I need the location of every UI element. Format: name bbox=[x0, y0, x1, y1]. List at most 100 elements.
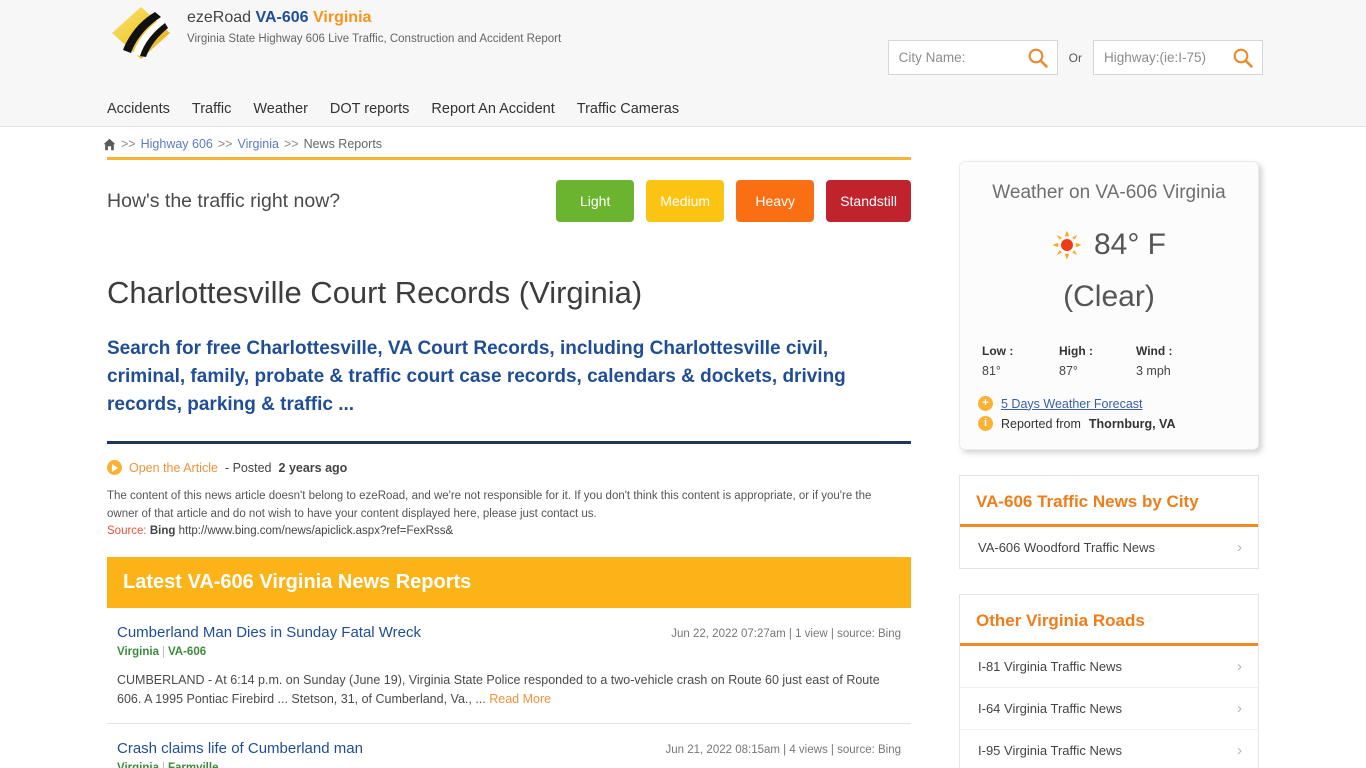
page-title: Charlottesville Court Records (Virginia) bbox=[107, 275, 643, 310]
news-tag-road[interactable]: Farmville bbox=[168, 762, 219, 768]
sidebar: Weather on VA-606 Virginia 84° F (Clear)… bbox=[959, 151, 1259, 768]
traffic-button-standstill[interactable]: Standstill bbox=[826, 180, 911, 222]
nav-item-weather[interactable]: Weather bbox=[253, 99, 308, 119]
site-logo[interactable] bbox=[107, 4, 175, 62]
site-header: ezeRoad VA-606 Virginia Virginia State H… bbox=[0, 0, 1366, 127]
weather-widget: Weather on VA-606 Virginia 84° F (Clear)… bbox=[959, 161, 1259, 450]
news-item-meta: Jun 22, 2022 07:27am | 1 view | source: … bbox=[671, 628, 901, 640]
main-content: How's the traffic right now? Light Mediu… bbox=[103, 151, 911, 768]
main-nav: Accidents Traffic Weather DOT reports Re… bbox=[107, 99, 679, 119]
weather-stat-high: High : 87° bbox=[1059, 344, 1136, 378]
reported-from-row: i Reported from Thornburg, VA bbox=[978, 416, 1240, 431]
breadcrumb-underline bbox=[107, 157, 911, 160]
breadcrumb-item-current: News Reports bbox=[303, 137, 383, 151]
weather-title: Weather on VA-606 Virginia bbox=[992, 182, 1226, 203]
plus-icon[interactable]: + bbox=[978, 396, 993, 411]
breadcrumb-item-virginia[interactable]: Virginia bbox=[237, 137, 278, 151]
sidebar-item-label: I-81 Virginia Traffic News bbox=[978, 659, 1123, 674]
news-tag-state[interactable]: Virginia bbox=[117, 646, 159, 658]
search-icon[interactable] bbox=[1027, 47, 1049, 69]
brand-title: ezeRoad VA-606 Virginia bbox=[187, 8, 561, 28]
latest-news-banner-label: Latest VA-606 Virginia News Reports bbox=[123, 571, 472, 593]
weather-stat-low: Low : 81° bbox=[982, 344, 1059, 378]
play-icon[interactable] bbox=[107, 460, 122, 475]
news-list-item[interactable]: Cumberland Man Dies in Sunday Fatal Wrec… bbox=[107, 608, 911, 724]
nav-item-report-accident[interactable]: Report An Accident bbox=[431, 99, 554, 119]
news-tag-state[interactable]: Virginia bbox=[117, 762, 159, 768]
sidebar-item-i81[interactable]: I-81 Virginia Traffic News › bbox=[960, 646, 1258, 688]
search-area: Or bbox=[887, 40, 1263, 75]
weather-stat-label: Low : bbox=[982, 344, 1014, 358]
breadcrumb-sep: >> bbox=[121, 137, 136, 151]
highway-search-box[interactable] bbox=[1093, 40, 1263, 75]
chevron-right-icon: › bbox=[1237, 658, 1242, 675]
brand-block: ezeRoad VA-606 Virginia Virginia State H… bbox=[187, 8, 561, 47]
source-name: Bing bbox=[149, 525, 176, 537]
open-article-link[interactable]: Open the Article bbox=[129, 461, 218, 475]
nav-item-traffic[interactable]: Traffic bbox=[192, 99, 231, 119]
forecast-link[interactable]: 5 Days Weather Forecast bbox=[1001, 397, 1143, 411]
article-source: Source: Bing http://www.bing.com/news/ap… bbox=[107, 525, 911, 537]
weather-condition: (Clear) bbox=[1063, 280, 1155, 313]
brand-tagline: Virginia State Highway 606 Live Traffic,… bbox=[187, 33, 562, 45]
news-item-tags: Virginia | VA-606 bbox=[117, 646, 207, 658]
highway-search-input[interactable] bbox=[1094, 41, 1224, 74]
article-summary: Search for free Charlottesville, VA Cour… bbox=[107, 338, 846, 415]
news-list-item[interactable]: Crash claims life of Cumberland man Jun … bbox=[107, 724, 911, 768]
other-virginia-roads-card: Other Virginia Roads I-81 Virginia Traff… bbox=[959, 594, 1259, 768]
nav-item-traffic-cameras[interactable]: Traffic Cameras bbox=[577, 99, 679, 119]
read-more-link[interactable]: Read More bbox=[489, 692, 551, 706]
nav-item-accidents[interactable]: Accidents bbox=[107, 99, 170, 119]
weather-stat-wind: Wind : 3 mph bbox=[1136, 344, 1213, 378]
brand-state: Virginia bbox=[313, 9, 372, 26]
traffic-button-medium[interactable]: Medium bbox=[646, 180, 725, 222]
sidebar-item-label: I-95 Virginia Traffic News bbox=[978, 743, 1123, 758]
breadcrumb-sep: >> bbox=[217, 137, 233, 151]
breadcrumb-sep: >> bbox=[283, 137, 299, 151]
news-tag-road[interactable]: VA-606 bbox=[168, 646, 206, 658]
nav-item-dot-reports[interactable]: DOT reports bbox=[330, 99, 410, 119]
chevron-right-icon: › bbox=[1237, 700, 1242, 717]
reported-place: Thornburg, VA bbox=[1088, 416, 1176, 431]
reported-prefix: Reported from bbox=[1001, 416, 1081, 431]
weather-stat-value: 3 mph bbox=[1136, 364, 1171, 378]
city-search-input[interactable] bbox=[888, 41, 1019, 74]
news-item-body: CUMBERLAND - At 6:14 p.m. on Sunday (Jun… bbox=[117, 671, 901, 709]
news-item-title[interactable]: Cumberland Man Dies in Sunday Fatal Wrec… bbox=[117, 624, 421, 641]
traffic-button-heavy[interactable]: Heavy bbox=[736, 180, 815, 222]
card-title: Other Virginia Roads bbox=[976, 611, 1145, 630]
traffic-buttons: Light Medium Heavy Standstill bbox=[556, 180, 911, 222]
weather-stat-value: 81° bbox=[982, 364, 1001, 378]
city-search-box[interactable] bbox=[887, 40, 1058, 75]
weather-stat-label: Wind : bbox=[1136, 344, 1173, 358]
latest-news-banner: Latest VA-606 Virginia News Reports bbox=[107, 557, 911, 608]
traffic-question: How's the traffic right now? bbox=[107, 189, 341, 212]
search-icon[interactable] bbox=[1232, 47, 1254, 69]
sun-icon bbox=[1052, 230, 1082, 260]
chevron-right-icon: › bbox=[1237, 742, 1242, 759]
traffic-news-by-city-card: VA-606 Traffic News by City VA-606 Woodf… bbox=[959, 475, 1259, 569]
open-article-row: Open the Article - Posted 2 years ago bbox=[107, 460, 911, 475]
traffic-poll: How's the traffic right now? Light Mediu… bbox=[107, 179, 911, 223]
card-title: VA-606 Traffic News by City bbox=[976, 492, 1199, 511]
ezeroad-diamond-logo-icon bbox=[112, 7, 170, 59]
forecast-row: + 5 Days Weather Forecast bbox=[978, 396, 1240, 411]
card-header: VA-606 Traffic News by City bbox=[960, 476, 1258, 527]
brand-prefix: ezeRoad bbox=[187, 9, 252, 26]
home-icon[interactable] bbox=[103, 138, 116, 151]
source-label: Source: bbox=[107, 525, 147, 537]
breadcrumb-item-highway[interactable]: Highway 606 bbox=[141, 137, 213, 151]
source-url: http://www.bing.com/news/apiclick.aspx?r… bbox=[178, 525, 454, 537]
brand-highway: VA-606 bbox=[255, 9, 309, 26]
article-divider bbox=[107, 441, 911, 444]
posted-prefix: - Posted bbox=[224, 460, 272, 475]
weather-stat-value: 87° bbox=[1059, 364, 1078, 378]
sidebar-item-i95[interactable]: I-95 Virginia Traffic News › bbox=[960, 730, 1258, 768]
news-item-tags: Virginia | Farmville bbox=[117, 762, 901, 768]
sidebar-item-i64[interactable]: I-64 Virginia Traffic News › bbox=[960, 688, 1258, 730]
sidebar-item-woodford[interactable]: VA-606 Woodford Traffic News › bbox=[960, 527, 1258, 568]
traffic-button-light[interactable]: Light bbox=[556, 180, 635, 222]
news-item-title[interactable]: Crash claims life of Cumberland man bbox=[117, 740, 363, 757]
sidebar-item-label: I-64 Virginia Traffic News bbox=[978, 701, 1123, 716]
breadcrumb: >> Highway 606 >> Virginia >> News Repor… bbox=[103, 127, 911, 160]
